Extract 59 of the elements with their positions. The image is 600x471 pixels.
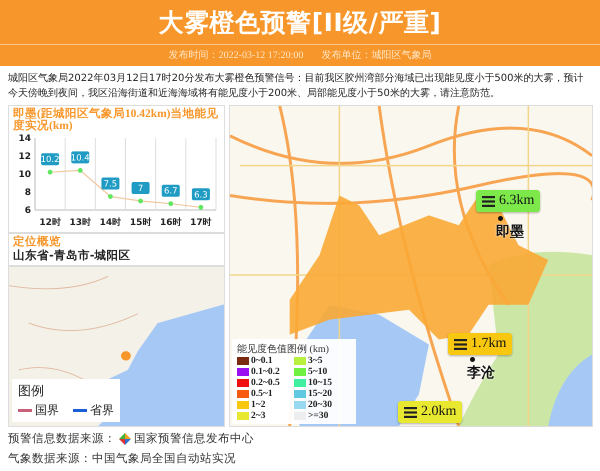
value-label: 7: [132, 182, 150, 194]
legend-item: 10~15: [294, 378, 351, 388]
legend-item: >=30: [294, 411, 351, 421]
axis-label: 14时: [100, 218, 122, 226]
legend-item: 0.2~0.5: [237, 378, 294, 388]
axis-label: 8: [24, 188, 31, 198]
menu-icon: [454, 338, 467, 350]
page-title: 大雾橙色预警[II级/严重]: [158, 7, 442, 39]
menu-icon: [482, 196, 495, 206]
data-point: [108, 194, 113, 199]
data-point: [198, 204, 204, 210]
axis-label: 17时: [190, 218, 212, 226]
data-point: [168, 201, 174, 206]
legend-title: 能见度色值图例 (km): [237, 342, 330, 356]
weather-source: 气象数据来源：中国气象局全国自动站实况: [8, 451, 236, 466]
value-label: 10.2: [40, 153, 60, 166]
warning-description: 城阳区气象局2022年03月12日17时20分发布大雾橙色预警信号：目前我区胶州湾部分海域已出现能见度小于500米的大雾，预计今天傍晚到夜间，我区沿海街道和近海海域将有能见度小于200米、局部能见度小于50米的大雾，请注意防范。: [7, 72, 584, 101]
axis-label: 13时: [69, 218, 92, 226]
legend-item: 15~20: [294, 389, 351, 399]
legend-item: 0.5~1: [237, 389, 294, 399]
legend-item: 0.1~0.2: [237, 367, 294, 377]
axis-label: 6: [24, 206, 31, 216]
axis-label: 12时: [39, 218, 61, 226]
legend-item: 5~10: [294, 367, 351, 377]
city-dot: [498, 216, 503, 221]
location-title: 定位概览: [13, 236, 62, 248]
location-text: 山东省-青岛市-城阳区: [13, 248, 132, 263]
visibility-marker[interactable]: 6.3km: [476, 190, 540, 212]
axis-label: 14: [18, 134, 31, 144]
chart-title: 即墨(距城阳区气象局10.42km)当地能见度实况(km): [13, 108, 220, 132]
value-label: 7.5: [101, 178, 120, 190]
legend-item: 省界: [73, 402, 114, 419]
source-label: 预警信息数据来源：: [8, 431, 116, 446]
visibility-marker[interactable]: 1.7km: [448, 333, 512, 355]
legend-item: 0~0.1: [237, 356, 294, 366]
diamond-logo-icon: [119, 432, 131, 444]
legend-item: 1~2: [237, 400, 294, 410]
publisher: 发布单位：城阳区气象局: [321, 48, 432, 62]
axis-label: 16时: [160, 218, 182, 226]
axis-label: 12: [18, 152, 31, 162]
data-point: [78, 168, 83, 173]
axis-label: 10: [18, 170, 31, 180]
city-label: 李沧: [467, 364, 495, 382]
city-dot: [470, 357, 475, 362]
menu-icon: [404, 406, 417, 418]
value-label: 6.7: [162, 184, 180, 197]
legend-title: 图例: [18, 383, 45, 400]
legend-item: 3~5: [294, 356, 351, 366]
value-label: 10.4: [70, 151, 90, 164]
axis-label: 15时: [130, 218, 152, 226]
source-name: 国家预警信息发布中心: [134, 431, 254, 446]
visibility-marker[interactable]: 2.0km: [398, 401, 462, 423]
value-label: 6.3: [192, 188, 210, 200]
data-point: [138, 198, 143, 204]
publish-time: 发布时间：2022-03-12 17:20:00: [168, 48, 304, 62]
legend-item: 2~3: [237, 411, 294, 421]
data-point: [48, 170, 52, 175]
legend-item: 国界: [18, 402, 59, 419]
legend-item: 20~30: [294, 400, 351, 410]
